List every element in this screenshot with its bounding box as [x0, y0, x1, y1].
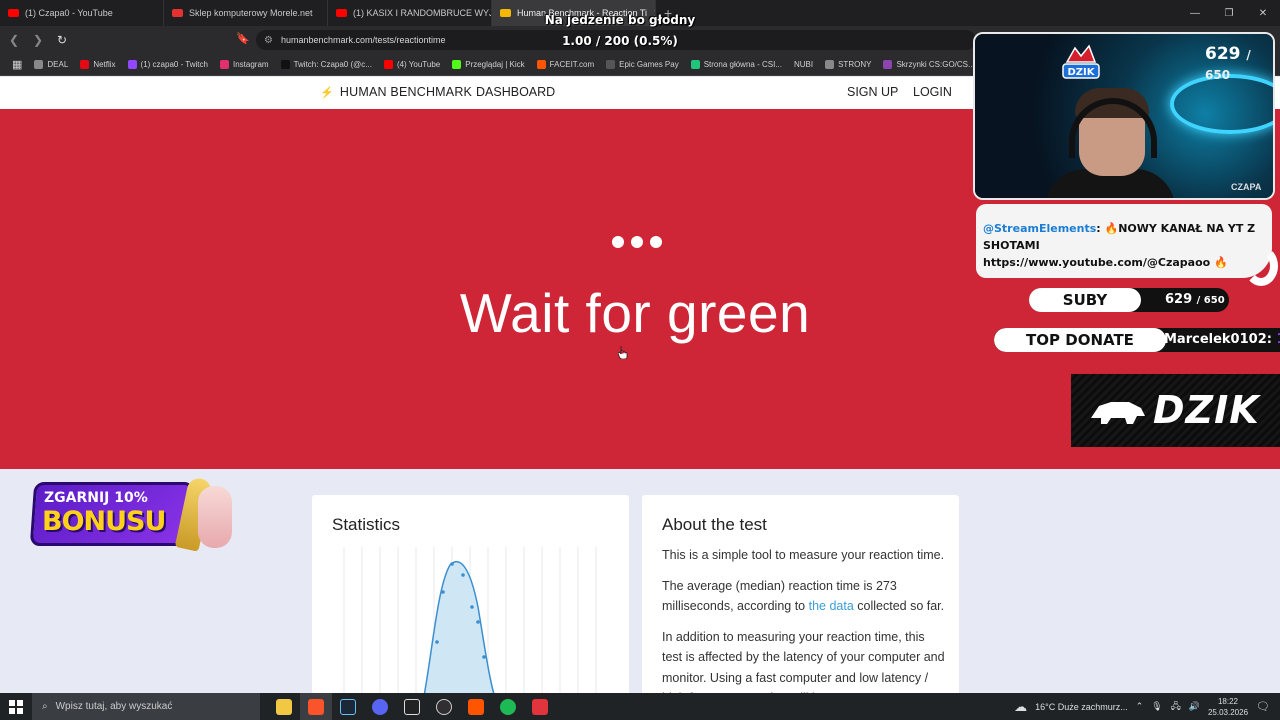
top-donate-label: TOP DONATE [994, 328, 1166, 352]
statistics-title: Statistics [332, 515, 401, 534]
top-donate-pill: TOP DONATE Marcelek0102: 1250 [994, 328, 1280, 352]
brave-browser-icon[interactable] [300, 693, 332, 720]
close-window-icon[interactable]: ✕ [1246, 0, 1280, 26]
back-icon[interactable]: ❮ [4, 30, 24, 50]
system-tray: ☁ 16°C Duże zachmurz... ⌃ 🎙 🖧 🔊 18:22 25.… [1014, 693, 1280, 720]
suby-label: SUBY [1029, 288, 1141, 312]
boar-icon [1091, 402, 1145, 424]
notifications-icon[interactable]: 🗨 [1256, 700, 1270, 713]
windows-start-icon[interactable] [0, 693, 32, 720]
volume-icon[interactable]: 🔊 [1189, 701, 1200, 712]
bookmark-item[interactable]: STRONY [819, 60, 877, 69]
faceit-icon[interactable] [460, 693, 492, 720]
file-explorer-icon[interactable] [268, 693, 300, 720]
window-controls: — ❐ ✕ [1178, 0, 1280, 26]
apps-grid-icon[interactable]: ▦ [6, 58, 28, 71]
youtube-icon [336, 9, 347, 17]
site-settings-icon[interactable]: ⚙ [264, 35, 273, 46]
bookmark-item[interactable]: NUBI [788, 60, 819, 69]
bookmark-item[interactable]: Strona główna - CSI... [685, 60, 788, 69]
decor-swoosh [1244, 246, 1278, 286]
signup-link[interactable]: SIGN UP [847, 85, 898, 99]
minimize-icon[interactable]: — [1178, 0, 1212, 26]
human-benchmark-icon [500, 9, 511, 17]
browser-tab[interactable]: (1) Czapa0 - YouTube [0, 0, 164, 26]
browser-tab[interactable]: (1) KASIX I RANDOMBRUCE WYJAŚNIĄ [328, 0, 492, 26]
steam-icon[interactable] [332, 693, 364, 720]
weather-icon: ☁ [1014, 698, 1028, 714]
chat-user: @StreamElements [983, 222, 1097, 235]
network-icon[interactable]: 🖧 [1171, 699, 1181, 715]
about-card: About the test This is a simple tool to … [642, 495, 959, 705]
about-title: About the test [662, 515, 767, 534]
dzik-logo-icon: DZIK [1062, 44, 1100, 79]
bookmark-item[interactable]: Epic Games Pay [600, 60, 685, 69]
sub-counter: 629 / 650 [1205, 44, 1251, 82]
morele-icon [172, 9, 183, 17]
chat-message-box: @StreamElements: 🔥NOWY KANAŁ NA YT Z SHO… [976, 204, 1272, 278]
subs-goal-pill: SUBY 629 / 650 [1029, 288, 1229, 312]
forward-icon[interactable]: ❯ [28, 30, 48, 50]
weather-text[interactable]: 16°C Duże zachmurz... [1035, 702, 1128, 712]
promo-line-2: BONUSU [42, 506, 166, 537]
bookmark-item[interactable]: Twitch: Czapa0 (@c... [275, 60, 378, 69]
home-link[interactable]: ⚡ HUMAN BENCHMARK [320, 85, 472, 99]
restore-icon[interactable]: ❐ [1212, 0, 1246, 26]
search-icon: ⌕ [42, 701, 48, 712]
tray-chevron-icon[interactable]: ⌃ [1136, 701, 1144, 712]
dzik-banner: DZIK [1071, 374, 1280, 447]
reload-icon[interactable]: ↻ [52, 30, 72, 50]
windows-taskbar: ⌕ Wpisz tutaj, aby wyszukać ☁ 16°C Duże … [0, 693, 1280, 720]
taskbar-search[interactable]: ⌕ Wpisz tutaj, aby wyszukać [32, 693, 260, 720]
youtube-icon [8, 9, 19, 17]
about-paragraph: This is a simple tool to measure your re… [662, 548, 945, 562]
bolt-icon: ⚡ [320, 86, 334, 99]
bookmark-item[interactable]: (4) YouTube [378, 60, 446, 69]
bookmark-item[interactable]: Skrzynki CS:GO/CS... [877, 60, 980, 69]
login-link[interactable]: LOGIN [913, 85, 952, 99]
cam-name: CZAPA [1231, 182, 1262, 192]
bookmark-item[interactable]: FACEIT.com [531, 60, 600, 69]
pig-graphic [198, 486, 232, 548]
ellipsis-icon [612, 236, 662, 248]
bookmark-icon[interactable]: 🔖 [236, 32, 250, 45]
bookmark-item[interactable]: Netflix [74, 60, 121, 69]
obs-icon[interactable] [428, 693, 460, 720]
mic-icon[interactable]: 🎙 [1151, 701, 1162, 712]
webcam-overlay: DZIK 629 / 650 CZAPA [973, 32, 1275, 200]
bookmark-item[interactable]: Przeglądaj | Kick [446, 60, 530, 69]
streamlabs-icon[interactable] [524, 693, 556, 720]
bonus-promo-banner[interactable]: ZGARNIJ 10% BONUSU [29, 476, 232, 555]
about-paragraph: The average (median) reaction time is 27… [662, 578, 945, 614]
hand-cursor-icon [618, 346, 628, 359]
bookmark-item[interactable]: DEAL [28, 60, 74, 69]
clock[interactable]: 18:22 25.03.2026 [1208, 696, 1248, 718]
bookmark-item[interactable]: Instagram [214, 60, 275, 69]
url-text: humanbenchmark.com/tests/reactiontime [280, 35, 446, 45]
dashboard-link[interactable]: DASHBOARD [476, 85, 555, 99]
stream-goal-progress: 1.00 / 200 (0.5%) [562, 34, 678, 48]
the-data-link[interactable]: the data [809, 599, 854, 613]
spotify-icon[interactable] [492, 693, 524, 720]
reaction-distribution-chart [343, 547, 597, 707]
svg-text:DZIK: DZIK [1067, 67, 1095, 78]
browser-tab[interactable]: Sklep komputerowy Morele.net [164, 0, 328, 26]
promo-line-1: ZGARNIJ 10% [44, 490, 148, 506]
statistics-card: Statistics [312, 495, 629, 707]
epic-games-icon[interactable] [396, 693, 428, 720]
bookmark-item[interactable]: (1) czapa0 - Twitch [122, 60, 214, 69]
discord-icon[interactable] [364, 693, 396, 720]
stream-goal-caption: Na jedzenie bo głodny [544, 13, 696, 27]
